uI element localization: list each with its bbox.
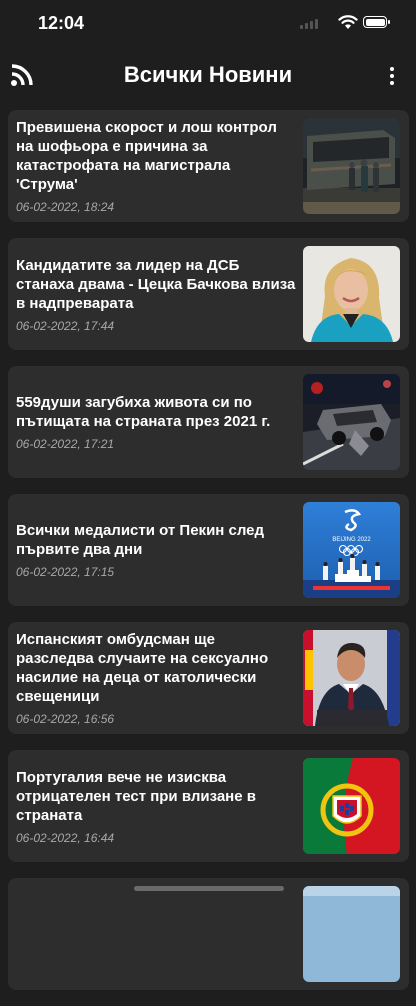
news-date: 06-02-2022, 17:15 (16, 565, 115, 579)
home-indicator[interactable] (134, 886, 284, 891)
portugal-flag-photo (303, 758, 400, 854)
wifi-icon (338, 15, 358, 29)
news-card-partial[interactable] (8, 878, 409, 990)
page-title: Всички Новини (123, 62, 293, 87)
news-headline: Превишена скорост и лош контрол на шофьо… (16, 119, 277, 193)
image-caption: BEIJING 2022 (332, 537, 371, 543)
news-card[interactable]: Всички медалисти от Пекин след първите д… (8, 494, 409, 606)
status-time: 12:04 (38, 13, 85, 33)
news-card[interactable]: Превишена скорост и лош контрол на шофьо… (8, 110, 409, 222)
news-headline: Испанският омбудсман ще разследва случаи… (16, 631, 269, 705)
news-date: 06-02-2022, 18:24 (16, 200, 115, 214)
news-thumbnail[interactable]: BEIJING 2022 (303, 502, 400, 598)
news-date: 06-02-2022, 17:21 (16, 437, 115, 451)
news-thumbnail[interactable] (303, 758, 400, 854)
news-headline: Португалия вече не изисква отрицателен т… (16, 768, 256, 824)
news-list[interactable]: Превишена скорост и лош контрол на шофьо… (8, 110, 409, 1006)
beijing-2022-podium-photo: BEIJING 2022 (303, 502, 400, 598)
news-thumbnail[interactable] (303, 630, 400, 726)
news-thumbnail[interactable] (303, 374, 400, 470)
partial-photo (303, 886, 400, 982)
news-card[interactable]: Португалия вече не изисква отрицателен т… (8, 750, 409, 862)
news-date: 06-02-2022, 17:44 (16, 318, 115, 333)
status-bar: 12:04 (0, 0, 416, 48)
woman-portrait-photo (303, 246, 400, 342)
more-options-icon[interactable] (386, 65, 398, 87)
man-at-podium-photo (303, 630, 400, 726)
cellular-signal-icon (300, 19, 318, 29)
news-card[interactable]: Кандидатите за лидер на ДСБ станаха двам… (8, 238, 409, 350)
news-thumbnail[interactable] (303, 886, 400, 982)
news-thumbnail[interactable] (303, 118, 400, 214)
news-headline: 559души загубиха живота си по пътищата н… (16, 394, 271, 430)
news-headline: Кандидатите за лидер на ДСБ станаха двам… (16, 256, 296, 312)
news-thumbnail[interactable] (303, 246, 400, 342)
app-bar: Всички Новини (0, 52, 416, 100)
battery-icon (363, 16, 390, 28)
news-date: 06-02-2022, 16:56 (16, 712, 115, 726)
news-headline: Всички медалисти от Пекин след първите д… (16, 522, 265, 558)
car-crash-photo (303, 374, 400, 470)
news-date: 06-02-2022, 16:44 (16, 830, 115, 845)
news-card[interactable]: 559души загубиха живота си по пътищата н… (8, 366, 409, 478)
news-card[interactable]: Испанският омбудсман ще разследва случаи… (8, 622, 409, 734)
burnt-bus-photo (303, 118, 400, 214)
